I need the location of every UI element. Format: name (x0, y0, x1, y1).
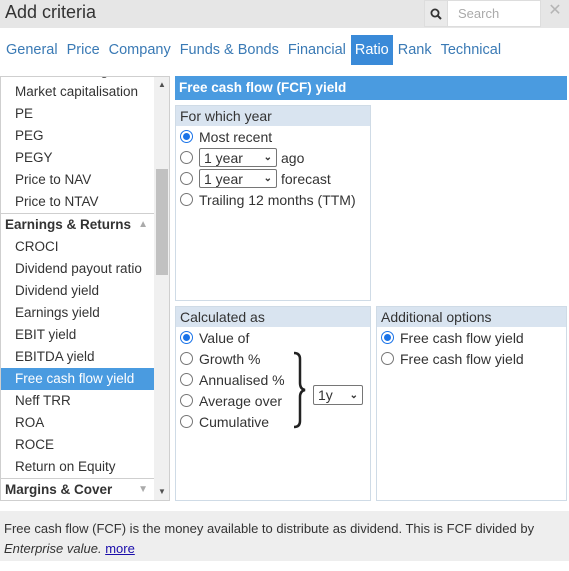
tab-general[interactable]: General (2, 35, 62, 65)
radio-cumulative[interactable] (180, 415, 193, 428)
option-value-of[interactable]: Value of (176, 327, 370, 348)
scroll-up-icon[interactable]: ▲ (154, 77, 169, 93)
dialog-header: Add criteria ✕ (0, 0, 569, 28)
tab-technical[interactable]: Technical (437, 35, 505, 65)
option-ttm[interactable]: Trailing 12 months (TTM) (176, 189, 370, 210)
tab-company[interactable]: Company (105, 35, 175, 65)
select-value: 1y (318, 387, 333, 403)
scroll-thumb[interactable] (156, 169, 168, 275)
chevron-down-icon: ⌄ (349, 389, 358, 401)
list-item-pegy[interactable]: PEGY (1, 147, 154, 169)
list-item-neff-trr[interactable]: Neff TRR (1, 390, 154, 412)
search-button[interactable] (424, 0, 447, 27)
option-label: Most recent (199, 128, 273, 145)
list-item-roe[interactable]: Return on Equity (1, 456, 154, 478)
list-item-ebit-yield[interactable]: EBIT yield (1, 324, 154, 346)
collapse-caret-icon: ▲ (138, 219, 148, 230)
panel-heading: Additional options (377, 307, 566, 327)
search-icon (430, 8, 442, 20)
radio-ttm[interactable] (180, 193, 193, 206)
option-label: Free cash flow yield (400, 350, 524, 367)
list-item-price-to-ntav[interactable]: Price to NTAV (1, 191, 154, 213)
radio-forecast[interactable] (180, 172, 193, 185)
radio-average-over[interactable] (180, 394, 193, 407)
group-earnings-returns[interactable]: Earnings & Returns ▲ (1, 213, 154, 236)
dialog-title: Add criteria (5, 2, 97, 22)
chevron-down-icon: ⌄ (263, 173, 272, 184)
list-item-croci[interactable]: CROCI (1, 236, 154, 258)
option-label: Cumulative (199, 413, 270, 430)
radio-growth[interactable] (180, 352, 193, 365)
list-item-pe[interactable]: PE (1, 103, 154, 125)
select-value: 1 year (204, 170, 243, 187)
description-text: Free cash flow (FCF) is the money availa… (4, 521, 535, 536)
list-item-fcf-yield[interactable]: Free cash flow yield (1, 368, 154, 390)
chevron-down-icon: ⌄ (263, 152, 272, 163)
select-value: 1 year (204, 149, 243, 166)
radio-fcf-yield-1[interactable] (381, 331, 394, 344)
group-label: Margins & Cover (5, 482, 113, 497)
list-scrollbar[interactable]: ▲ ▼ (154, 77, 169, 500)
option-fcf-yield-2[interactable]: Free cash flow yield (377, 348, 566, 369)
group-margins-cover[interactable]: Margins & Cover ▼ (1, 478, 154, 500)
radio-annualised[interactable] (180, 373, 193, 386)
option-growth[interactable]: Growth % (176, 348, 370, 369)
list-item-peg[interactable]: PEG (1, 125, 154, 147)
list-item-roa[interactable]: ROA (1, 412, 154, 434)
list-item-roce[interactable]: ROCE (1, 434, 154, 456)
option-label: Growth % (199, 350, 261, 367)
more-link[interactable]: more (105, 541, 135, 556)
list-item-market-cap[interactable]: Market capitalisation (1, 81, 154, 103)
tab-financial[interactable]: Financial (284, 35, 350, 65)
option-label: Value of (199, 329, 250, 346)
list-item-ebitda-yield[interactable]: EBITDA yield (1, 346, 154, 368)
tab-ratio[interactable]: Ratio (350, 35, 393, 65)
option-most-recent[interactable]: Most recent (176, 126, 370, 147)
group-label: Earnings & Returns (5, 217, 132, 232)
option-cumulative[interactable]: Cumulative (176, 411, 370, 432)
forecast-select[interactable]: 1 year ⌄ (199, 169, 277, 188)
option-label: ago (281, 149, 305, 166)
description-footer: Free cash flow (FCF) is the money availa… (0, 511, 569, 561)
radio-years-ago[interactable] (180, 151, 193, 164)
option-label: Free cash flow yield (400, 329, 524, 346)
additional-options-panel: Additional options Free cash flow yield … (376, 306, 567, 501)
calculated-as-panel: Calculated as Value of Growth % Annualis… (175, 306, 371, 501)
option-label: Trailing 12 months (TTM) (199, 191, 356, 208)
option-label: Average over (199, 392, 283, 409)
search-input[interactable] (447, 0, 541, 27)
radio-value-of[interactable] (180, 331, 193, 344)
period-select[interactable]: 1y ⌄ (313, 385, 363, 405)
scroll-down-icon[interactable]: ▼ (154, 484, 169, 500)
category-tabs: General Price Company Funds & Bonds Fina… (0, 35, 506, 65)
option-forecast[interactable]: 1 year ⌄ forecast (176, 168, 370, 189)
radio-fcf-yield-2[interactable] (381, 352, 394, 365)
list-item-dividend-payout[interactable]: Dividend payout ratio (1, 258, 154, 280)
panel-heading: Calculated as (176, 307, 370, 327)
expand-caret-icon: ▼ (138, 484, 148, 495)
list-item-dividend-yield[interactable]: Dividend yield (1, 280, 154, 302)
curly-brace-icon (293, 351, 306, 429)
description-italic: Enterprise value. (4, 541, 102, 556)
tab-funds-bonds[interactable]: Funds & Bonds (176, 35, 283, 65)
option-label: Annualised % (199, 371, 285, 388)
close-icon[interactable]: ✕ (546, 1, 564, 21)
criteria-list: Greenblatt magic form... Market capitali… (0, 76, 170, 501)
panel-heading: For which year (176, 106, 370, 126)
option-label: forecast (281, 170, 331, 187)
option-fcf-yield-1[interactable]: Free cash flow yield (377, 327, 566, 348)
option-years-ago[interactable]: 1 year ⌄ ago (176, 147, 370, 168)
tab-price[interactable]: Price (63, 35, 104, 65)
list-item-earnings-yield[interactable]: Earnings yield (1, 302, 154, 324)
list-item-price-to-nav[interactable]: Price to NAV (1, 169, 154, 191)
tab-rank[interactable]: Rank (394, 35, 436, 65)
criteria-title: Free cash flow (FCF) yield (175, 76, 567, 100)
for-which-year-panel: For which year Most recent 1 year ⌄ ago … (175, 105, 371, 301)
years-ago-select[interactable]: 1 year ⌄ (199, 148, 277, 167)
radio-most-recent[interactable] (180, 130, 193, 143)
